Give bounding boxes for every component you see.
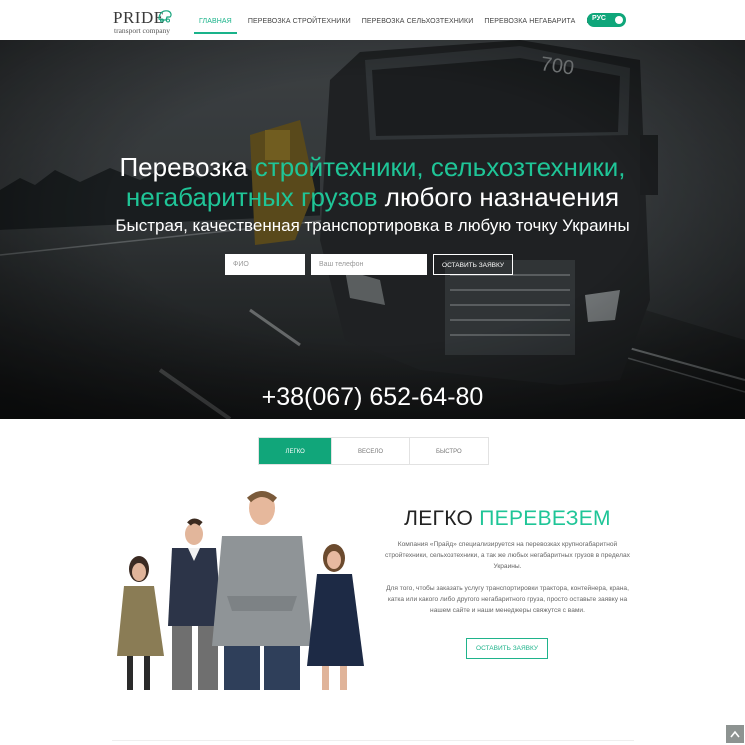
chevron-up-icon (730, 730, 740, 738)
hero-title-part2: любого назначения (377, 182, 620, 212)
person-left (117, 556, 164, 690)
truck-emblem-icon (158, 10, 172, 23)
nav-item-oversize-transport[interactable]: ПЕРЕВОЗКА НЕГАБАРИТА (484, 0, 575, 34)
section-title-dark: ЛЕГКО (404, 507, 480, 530)
hero-section: 700 Перевозка стройтехники, сельхозтехни… (0, 40, 745, 419)
nav-item-construction-transport[interactable]: ПЕРЕВОЗКА СТРОЙТЕХНИКИ (248, 0, 351, 34)
hero-title-highlight2: негабаритных грузов (125, 182, 378, 212)
language-toggle[interactable]: РУС (587, 13, 626, 27)
person-second (168, 518, 222, 690)
tab-fun[interactable]: ВЕСЕЛО (332, 438, 410, 464)
hero-phone-number[interactable]: +38(067) 652-64-80 (0, 383, 745, 412)
toggle-knob (615, 16, 623, 24)
nav-item-home[interactable]: ГЛАВНАЯ (194, 0, 237, 34)
submit-request-button[interactable]: ОСТАВИТЬ ЗАЯВКУ (433, 254, 513, 275)
section-divider (112, 740, 634, 741)
tab-fast[interactable]: БЫСТРО (410, 438, 488, 464)
section-title: ЛЕГКО ПЕРЕВЕЗЕМ (381, 507, 634, 531)
person-center (212, 491, 312, 690)
feature-tabs: ЛЕГКО ВЕСЕЛО БЫСТРО (258, 437, 489, 465)
section-title-highlight: ПЕРЕВЕЗЕМ (479, 507, 611, 530)
hero-request-form: ФИО Ваш телефон ОСТАВИТЬ ЗАЯВКУ (225, 254, 513, 275)
hero-title-part1: Перевозка (119, 152, 255, 182)
phone-input[interactable]: Ваш телефон (311, 254, 427, 275)
hero-subtitle: Быстрая, качественная транспортировка в … (115, 216, 630, 235)
hero-title-highlight1: стройтехники, сельхозтехники, (254, 152, 626, 182)
main-nav: ГЛАВНАЯ ПЕРЕВОЗКА СТРОЙТЕХНИКИ ПЕРЕВОЗКА… (194, 0, 636, 40)
section-paragraph-1: Компания «Прайд» специализируется на пер… (385, 541, 630, 570)
logo[interactable]: PRIDE transport company (113, 8, 175, 36)
section-request-button[interactable]: ОСТАВИТЬ ЗАЯВКУ (466, 638, 548, 659)
tab-easy[interactable]: ЛЕГКО (259, 438, 333, 464)
person-right (307, 544, 364, 690)
hero-title: Перевозка стройтехники, сельхозтехники, … (0, 152, 745, 212)
logo-subtitle: transport company (114, 26, 171, 35)
name-input[interactable]: ФИО (225, 254, 305, 275)
team-photo (117, 491, 364, 690)
section-paragraph-2: Для того, чтобы заказать услугу транспор… (386, 585, 629, 614)
scroll-top-button[interactable] (726, 725, 744, 743)
site-header: PRIDE transport company ГЛАВНАЯ ПЕРЕВОЗК… (0, 0, 745, 40)
nav-item-agri-transport[interactable]: ПЕРЕВОЗКА СЕЛЬХОЗТЕХНИКИ (362, 0, 474, 34)
language-label: РУС (592, 15, 606, 22)
